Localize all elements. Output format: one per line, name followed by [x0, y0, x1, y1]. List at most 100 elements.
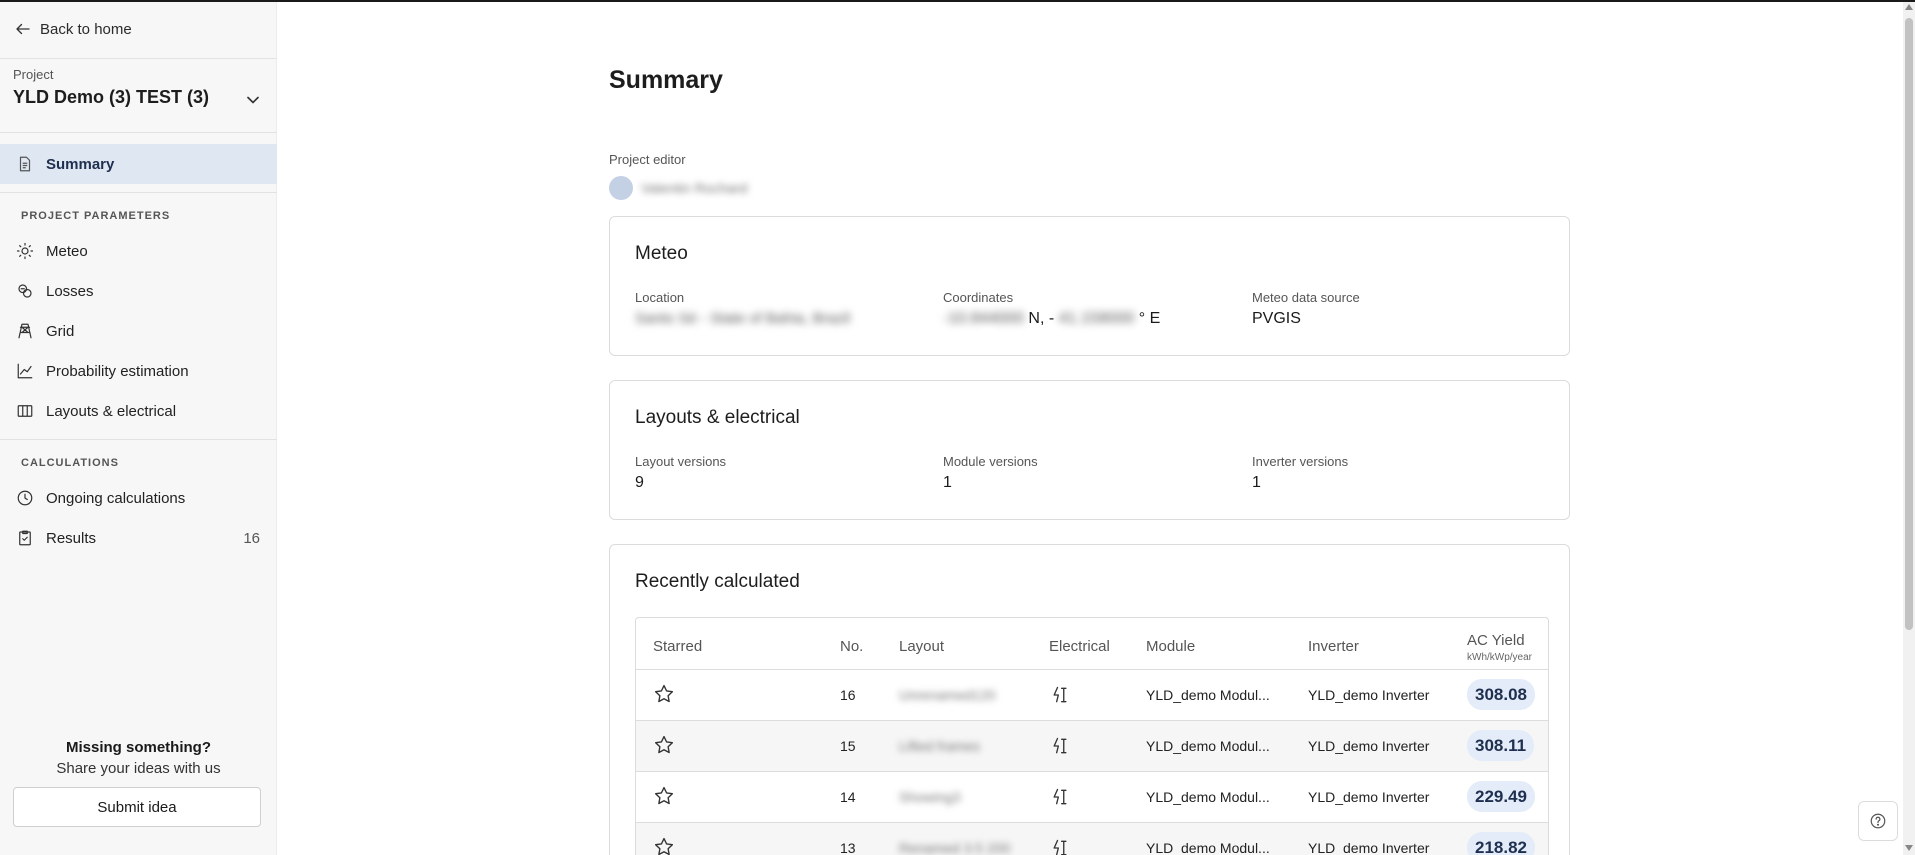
- avatar: [609, 176, 633, 200]
- meteo-card: Meteo Location Santo Sé - State of Bahia…: [609, 216, 1570, 356]
- sidebar-item-results[interactable]: Results 16: [0, 518, 277, 558]
- arrow-left-icon: [16, 23, 30, 35]
- sidebar-item-meteo[interactable]: Meteo: [0, 231, 277, 271]
- ac-yield-badge: 229.49: [1467, 781, 1535, 812]
- electrical-icon[interactable]: [1050, 685, 1070, 705]
- column-header-module[interactable]: Module: [1146, 638, 1195, 655]
- divider: [0, 192, 277, 193]
- star-icon[interactable]: [653, 734, 675, 756]
- table-row[interactable]: 16 Unrenamed120 YLD_demo Modul... YLD_de…: [636, 670, 1548, 721]
- row-module: YLD_demo Modul...: [1146, 789, 1270, 805]
- row-number: 15: [840, 738, 856, 754]
- table-row[interactable]: 15 Lifted frames YLD_demo Modul... YLD_d…: [636, 721, 1548, 772]
- meteo-source-value: PVGIS: [1252, 310, 1301, 327]
- clock-icon: [17, 490, 33, 506]
- divider: [0, 132, 277, 133]
- row-number: 13: [840, 840, 856, 855]
- column-header-inverter[interactable]: Inverter: [1308, 638, 1359, 655]
- longitude-hemisphere: ° E: [1138, 310, 1161, 327]
- row-number: 14: [840, 789, 856, 805]
- row-inverter: YLD_demo Inverter: [1308, 840, 1430, 855]
- sidebar-item-label: Losses: [46, 282, 94, 300]
- sidebar-item-label: Summary: [46, 155, 115, 173]
- star-icon[interactable]: [653, 836, 675, 855]
- page-title: Summary: [609, 66, 723, 94]
- sidebar-item-losses[interactable]: Losses: [0, 271, 277, 311]
- project-editor-name: Valentin Rochard: [641, 180, 748, 196]
- row-layout: Showing3: [899, 789, 961, 805]
- submit-idea-button[interactable]: Submit idea: [13, 787, 261, 827]
- missing-something-title: Missing something?: [65, 739, 211, 756]
- back-to-home-label: Back to home: [40, 20, 132, 38]
- electrical-icon[interactable]: [1050, 838, 1070, 855]
- back-to-home-link[interactable]: Back to home: [14, 20, 132, 38]
- results-table: Starred No. Layout Electrical Module Inv…: [635, 617, 1549, 855]
- star-icon[interactable]: [653, 785, 675, 807]
- scroll-up-arrow-icon[interactable]: [1905, 4, 1913, 10]
- sidebar-item-label: Results: [46, 529, 97, 547]
- ac-yield-badge: 308.11: [1467, 730, 1535, 761]
- losses-icon: [18, 284, 32, 298]
- table-row[interactable]: 14 Showing3 YLD_demo Modul... YLD_demo I…: [636, 772, 1548, 823]
- scroll-down-arrow-icon[interactable]: [1905, 845, 1913, 851]
- column-header-number[interactable]: No.: [840, 638, 863, 655]
- star-icon[interactable]: [653, 683, 675, 705]
- table-row[interactable]: 13 Renamed 3.5 200 YLD_demo Modul... YLD…: [636, 823, 1548, 855]
- sidebar-item-ongoing-calculations[interactable]: Ongoing calculations: [0, 478, 277, 518]
- ac-yield-badge: 308.08: [1467, 679, 1535, 710]
- divider: [0, 58, 277, 59]
- layout-versions-value: 9: [635, 474, 644, 491]
- top-border: [0, 0, 1915, 2]
- line-chart-icon: [17, 363, 33, 379]
- row-inverter: YLD_demo Inverter: [1308, 687, 1430, 703]
- meteo-source-label: Meteo data source: [1252, 290, 1360, 305]
- module-versions-label: Module versions: [943, 454, 1038, 469]
- sidebar-item-summary[interactable]: Summary: [0, 144, 277, 184]
- divider: [0, 439, 277, 440]
- sidebar-item-label: Probability estimation: [46, 362, 189, 380]
- project-name: YLD Demo (3) TEST (3): [13, 87, 210, 107]
- layout-versions-label: Layout versions: [635, 454, 727, 469]
- recently-calculated-card: Recently calculated Starred No. Layout E…: [609, 544, 1570, 855]
- row-layout: Renamed 3.5 200: [899, 840, 1011, 855]
- ac-yield-badge: 218.82: [1467, 832, 1535, 855]
- sidebar-item-label: Layouts & electrical: [46, 402, 177, 420]
- sidebar-item-probability-estimation[interactable]: Probability estimation: [0, 351, 277, 391]
- sidebar-item-label: Meteo: [46, 242, 88, 260]
- sidebar: Back to home Project YLD Demo (3) TEST (…: [0, 2, 277, 855]
- row-module: YLD_demo Modul...: [1146, 687, 1270, 703]
- coordinates-label: Coordinates: [943, 290, 1014, 305]
- row-layout: Unrenamed120: [899, 687, 996, 703]
- sidebar-item-layouts-electrical[interactable]: Layouts & electrical: [0, 391, 277, 431]
- chevron-down-icon[interactable]: [243, 90, 263, 110]
- section-heading-project-parameters: PROJECT PARAMETERS: [21, 210, 171, 222]
- row-module: YLD_demo Modul...: [1146, 840, 1270, 855]
- column-header-electrical[interactable]: Electrical: [1049, 638, 1110, 655]
- row-number: 16: [840, 687, 856, 703]
- card-title: Meteo: [635, 243, 688, 264]
- clipboard-check-icon: [19, 530, 31, 546]
- help-button[interactable]: [1858, 801, 1898, 841]
- sun-icon: [16, 242, 34, 260]
- column-header-ac-yield[interactable]: AC Yield: [1467, 632, 1525, 649]
- electrical-icon[interactable]: [1050, 736, 1070, 756]
- scrollbar-thumb[interactable]: [1905, 18, 1913, 630]
- inverter-versions-value: 1: [1252, 474, 1261, 491]
- sidebar-item-label: Ongoing calculations: [46, 489, 186, 507]
- column-header-layout[interactable]: Layout: [899, 638, 944, 655]
- question-circle-icon: [1870, 813, 1886, 829]
- electrical-icon[interactable]: [1050, 787, 1070, 807]
- sidebar-item-label: Grid: [46, 322, 75, 340]
- location-value: Santo Sé - State of Bahia, Brazil: [635, 310, 851, 327]
- sidebar-item-grid[interactable]: Grid: [0, 311, 277, 351]
- column-header-starred[interactable]: Starred: [653, 638, 702, 655]
- coordinates-value: -10.844000 N, - 41.158000 ° E: [943, 310, 1160, 328]
- card-title: Layouts & electrical: [635, 407, 800, 428]
- row-inverter: YLD_demo Inverter: [1308, 789, 1430, 805]
- inverter-versions-label: Inverter versions: [1252, 454, 1349, 469]
- project-label: Project: [13, 67, 54, 82]
- card-title: Recently calculated: [635, 571, 800, 592]
- project-editor-label: Project editor: [609, 152, 686, 167]
- column-header-ac-yield-unit: kWh/kWp/year: [1467, 652, 1533, 663]
- module-versions-value: 1: [943, 474, 952, 491]
